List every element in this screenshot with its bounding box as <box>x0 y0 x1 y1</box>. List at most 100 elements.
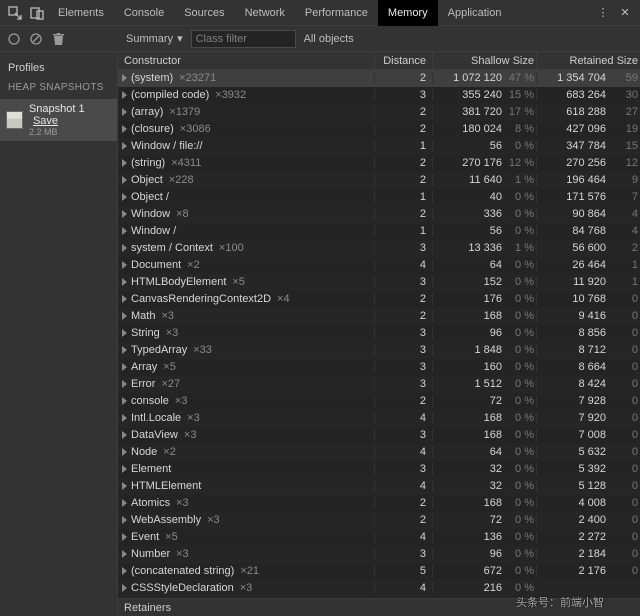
device-toggle-icon[interactable] <box>26 2 48 24</box>
table-row[interactable]: Atomics×321680 %4 0080 <box>118 495 640 512</box>
table-row[interactable]: system / Context×100313 3361 %56 6002 <box>118 240 640 257</box>
objects-dropdown[interactable]: All objects <box>304 33 354 45</box>
table-row[interactable]: console×32720 %7 9280 <box>118 393 640 410</box>
tab-application[interactable]: Application <box>438 0 512 26</box>
table-row[interactable]: (system)×2327121 072 12047 %1 354 70459 <box>118 70 640 87</box>
expand-triangle-icon[interactable] <box>122 584 127 592</box>
table-row[interactable]: (string)×43112270 17612 %270 25612 <box>118 155 640 172</box>
expand-triangle-icon[interactable] <box>122 448 127 456</box>
expand-triangle-icon[interactable] <box>122 210 127 218</box>
table-row[interactable]: Window /1560 %84 7684 <box>118 223 640 240</box>
tab-network[interactable]: Network <box>235 0 295 26</box>
expand-triangle-icon[interactable] <box>122 91 127 99</box>
constructor-name: Window / <box>131 225 176 237</box>
expand-triangle-icon[interactable] <box>122 176 127 184</box>
table-row[interactable]: HTMLElement4320 %5 1280 <box>118 478 640 495</box>
table-row[interactable]: (closure)×30862180 0248 %427 09619 <box>118 121 640 138</box>
expand-triangle-icon[interactable] <box>122 567 127 575</box>
table-row[interactable]: Element3320 %5 3920 <box>118 461 640 478</box>
table-row[interactable]: (array)×13792381 72017 %618 28827 <box>118 104 640 121</box>
tab-memory[interactable]: Memory <box>378 0 438 26</box>
expand-triangle-icon[interactable] <box>122 431 127 439</box>
table-row[interactable]: Math×321680 %9 4160 <box>118 308 640 325</box>
table-row[interactable]: Node×24640 %5 6320 <box>118 444 640 461</box>
col-distance[interactable]: Distance <box>374 52 432 69</box>
shallow-pct: 0 % <box>502 293 536 305</box>
table-row[interactable]: Event×541360 %2 2720 <box>118 529 640 546</box>
snapshot-save-link[interactable]: Save <box>33 115 58 127</box>
expand-triangle-icon[interactable] <box>122 74 127 82</box>
distance-value: 2 <box>374 293 432 305</box>
shallow-size: 56 <box>490 225 502 237</box>
snapshot-item[interactable]: Snapshot 1 Save 2.2 MB <box>0 99 117 141</box>
expand-triangle-icon[interactable] <box>122 482 127 490</box>
expand-triangle-icon[interactable] <box>122 499 127 507</box>
expand-triangle-icon[interactable] <box>122 142 127 150</box>
table-row[interactable]: (concatenated string)×2156720 %2 1760 <box>118 563 640 580</box>
view-dropdown[interactable]: Summary ▾ <box>126 32 183 45</box>
tab-sources[interactable]: Sources <box>174 0 234 26</box>
expand-triangle-icon[interactable] <box>122 108 127 116</box>
table-row[interactable]: WebAssembly×32720 %2 4000 <box>118 512 640 529</box>
table-row[interactable]: Array×531600 %8 6640 <box>118 359 640 376</box>
expand-triangle-icon[interactable] <box>122 380 127 388</box>
expand-triangle-icon[interactable] <box>122 346 127 354</box>
retained-pct: 0 <box>606 395 640 407</box>
col-retained[interactable]: Retained Size <box>536 52 640 69</box>
tab-console[interactable]: Console <box>114 0 174 26</box>
tab-performance[interactable]: Performance <box>295 0 378 26</box>
expand-triangle-icon[interactable] <box>122 159 127 167</box>
inspect-icon[interactable] <box>4 2 26 24</box>
table-row[interactable]: TypedArray×3331 8480 %8 7120 <box>118 342 640 359</box>
col-shallow[interactable]: Shallow Size <box>432 52 536 69</box>
clear-icon[interactable] <box>28 31 44 47</box>
expand-triangle-icon[interactable] <box>122 125 127 133</box>
expand-triangle-icon[interactable] <box>122 533 127 541</box>
table-row[interactable]: DataView×331680 %7 0080 <box>118 427 640 444</box>
expand-triangle-icon[interactable] <box>122 550 127 558</box>
expand-triangle-icon[interactable] <box>122 465 127 473</box>
table-row[interactable]: CanvasRenderingContext2D×421760 %10 7680 <box>118 291 640 308</box>
record-icon[interactable] <box>6 31 22 47</box>
table-row[interactable]: Error×2731 5120 %8 4240 <box>118 376 640 393</box>
close-icon[interactable]: ✕ <box>614 2 636 24</box>
shallow-size: 96 <box>490 548 502 560</box>
expand-triangle-icon[interactable] <box>122 363 127 371</box>
table-row[interactable]: HTMLBodyElement×531520 %11 9201 <box>118 274 640 291</box>
kebab-menu-icon[interactable]: ⋮ <box>592 2 614 24</box>
retained-size: 7 928 <box>578 395 606 407</box>
expand-triangle-icon[interactable] <box>122 295 127 303</box>
expand-triangle-icon[interactable] <box>122 414 127 422</box>
expand-triangle-icon[interactable] <box>122 516 127 524</box>
table-row[interactable]: Document×24640 %26 4641 <box>118 257 640 274</box>
distance-value: 2 <box>374 157 432 169</box>
shallow-size: 13 336 <box>468 242 502 254</box>
retained-pct: 0 <box>606 497 640 509</box>
expand-triangle-icon[interactable] <box>122 278 127 286</box>
delete-icon[interactable] <box>50 31 66 47</box>
expand-triangle-icon[interactable] <box>122 329 127 337</box>
table-row[interactable]: Number×33960 %2 1840 <box>118 546 640 563</box>
table-row[interactable]: Window / file://1560 %347 78415 <box>118 138 640 155</box>
objects-dropdown-label: All objects <box>304 33 354 45</box>
snapshot-thumbnail-icon <box>6 111 23 129</box>
table-row[interactable]: Object×228211 6401 %196 4649 <box>118 172 640 189</box>
expand-triangle-icon[interactable] <box>122 397 127 405</box>
distance-value: 1 <box>374 140 432 152</box>
expand-triangle-icon[interactable] <box>122 227 127 235</box>
table-row[interactable]: (compiled code)×39323355 24015 %683 2643… <box>118 87 640 104</box>
expand-triangle-icon[interactable] <box>122 193 127 201</box>
tab-elements[interactable]: Elements <box>48 0 114 26</box>
shallow-pct: 0 % <box>502 497 536 509</box>
shallow-pct: 0 % <box>502 310 536 322</box>
table-row[interactable]: Object /1400 %171 5767 <box>118 189 640 206</box>
instance-count: ×100 <box>213 242 244 254</box>
expand-triangle-icon[interactable] <box>122 261 127 269</box>
expand-triangle-icon[interactable] <box>122 244 127 252</box>
expand-triangle-icon[interactable] <box>122 312 127 320</box>
class-filter-input[interactable] <box>191 30 296 48</box>
table-row[interactable]: String×33960 %8 8560 <box>118 325 640 342</box>
table-row[interactable]: Window×823360 %90 8644 <box>118 206 640 223</box>
table-row[interactable]: Intl.Locale×341680 %7 9200 <box>118 410 640 427</box>
col-constructor[interactable]: Constructor <box>118 52 374 69</box>
